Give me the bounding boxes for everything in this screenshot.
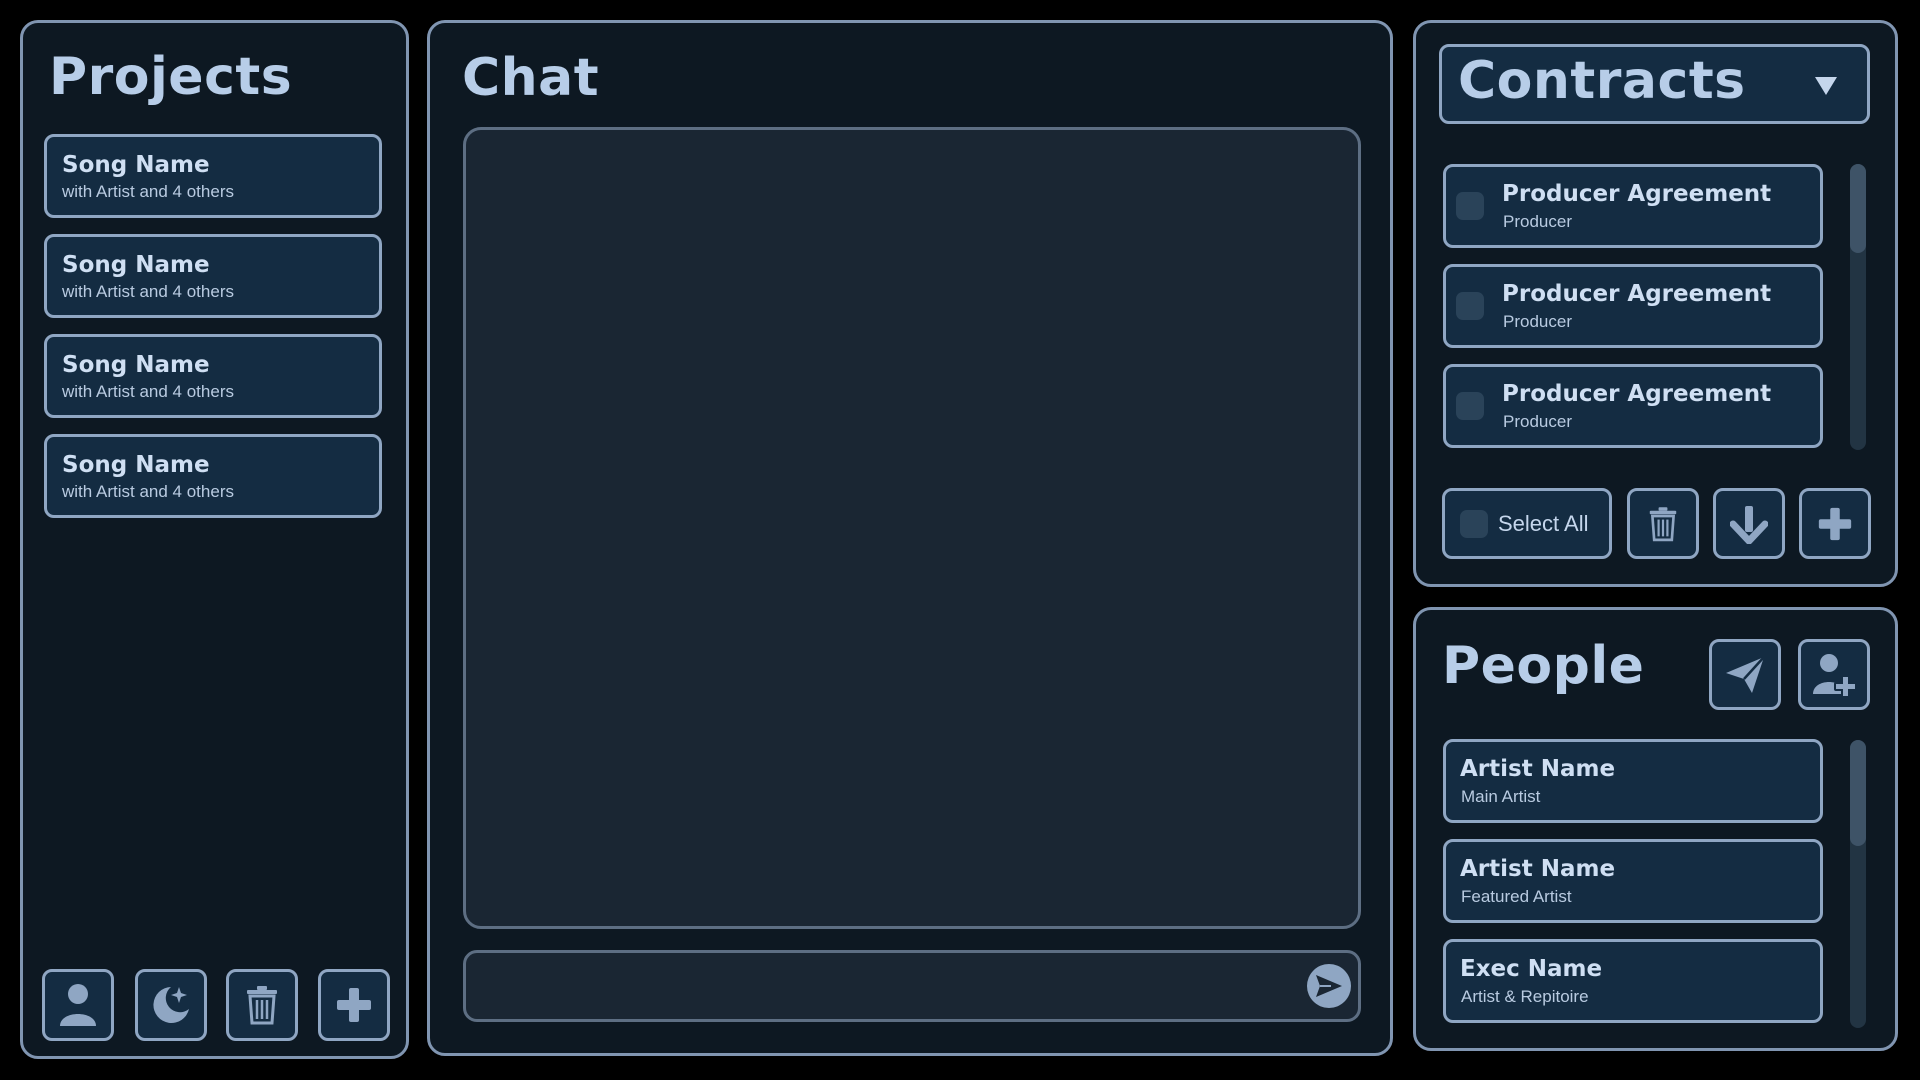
projects-panel: Projects Song Name with Artist and 4 oth…	[20, 20, 409, 1059]
send-button[interactable]	[1307, 964, 1351, 1008]
people-title: People	[1442, 636, 1645, 696]
project-subtitle: with Artist and 4 others	[62, 482, 234, 501]
contract-role: Producer	[1503, 412, 1572, 431]
contracts-scrollbar-thumb[interactable]	[1850, 164, 1866, 253]
contracts-panel: Contracts Producer Agreement Producer Pr…	[1413, 20, 1898, 587]
contracts-scrollbar[interactable]	[1850, 164, 1866, 450]
contract-role: Producer	[1503, 212, 1572, 231]
plus-icon	[337, 988, 371, 1022]
contracts-title: Contracts	[1458, 51, 1746, 111]
profile-button[interactable]	[42, 969, 114, 1041]
project-name: Song Name	[62, 152, 210, 178]
send-icon	[1316, 975, 1342, 997]
contract-item[interactable]: Producer Agreement Producer	[1443, 164, 1823, 248]
chat-messages-area[interactable]	[463, 127, 1361, 929]
contract-name: Producer Agreement	[1502, 281, 1772, 307]
contract-checkbox[interactable]	[1456, 192, 1484, 220]
add-person-icon	[1813, 653, 1857, 698]
person-name: Artist Name	[1460, 856, 1616, 882]
person-role: Main Artist	[1461, 787, 1541, 806]
trash-icon	[247, 986, 277, 1025]
contract-name: Producer Agreement	[1502, 181, 1772, 207]
add-project-button[interactable]	[318, 969, 390, 1041]
message-input[interactable]	[482, 965, 1276, 1007]
contract-role: Producer	[1503, 312, 1572, 331]
select-all-button[interactable]: Select All	[1442, 488, 1612, 559]
people-scrollbar-thumb[interactable]	[1850, 740, 1866, 846]
add-contract-button[interactable]	[1799, 488, 1871, 559]
paper-plane-icon	[1726, 655, 1765, 693]
select-all-label: Select All	[1498, 510, 1589, 536]
person-icon	[60, 984, 96, 1026]
message-input-box[interactable]	[463, 950, 1361, 1022]
person-role: Artist & Repitoire	[1461, 987, 1589, 1006]
contract-item[interactable]: Producer Agreement Producer	[1443, 264, 1823, 348]
contract-name: Producer Agreement	[1502, 381, 1772, 407]
delete-project-button[interactable]	[226, 969, 298, 1041]
person-item[interactable]: Artist Name Featured Artist	[1443, 839, 1823, 923]
download-contract-button[interactable]	[1713, 488, 1785, 559]
chat-panel: Chat	[427, 20, 1393, 1056]
person-item[interactable]: Exec Name Artist & Repitoire	[1443, 939, 1823, 1023]
person-role: Featured Artist	[1461, 887, 1572, 906]
contracts-dropdown[interactable]: Contracts	[1439, 44, 1870, 124]
delete-contract-button[interactable]	[1627, 488, 1699, 559]
contract-item[interactable]: Producer Agreement Producer	[1443, 364, 1823, 448]
project-item[interactable]: Song Name with Artist and 4 others	[44, 434, 382, 518]
project-subtitle: with Artist and 4 others	[62, 182, 234, 201]
select-all-checkbox	[1460, 509, 1488, 538]
project-item[interactable]: Song Name with Artist and 4 others	[44, 134, 382, 218]
chevron-down-icon	[1815, 77, 1837, 95]
project-item[interactable]: Song Name with Artist and 4 others	[44, 334, 382, 418]
theme-toggle-button[interactable]	[135, 969, 207, 1041]
send-invite-button[interactable]	[1709, 639, 1781, 710]
project-name: Song Name	[62, 252, 210, 278]
chat-title: Chat	[462, 48, 600, 108]
contract-checkbox[interactable]	[1456, 292, 1484, 320]
project-item[interactable]: Song Name with Artist and 4 others	[44, 234, 382, 318]
trash-icon	[1649, 506, 1677, 541]
project-name: Song Name	[62, 452, 210, 478]
people-scrollbar[interactable]	[1850, 740, 1866, 1028]
person-item[interactable]: Artist Name Main Artist	[1443, 739, 1823, 823]
download-arrow-icon	[1730, 505, 1768, 544]
moon-stars-icon	[153, 987, 189, 1023]
people-panel: People Artist Name Main Artist Artist Na…	[1413, 607, 1898, 1051]
person-name: Artist Name	[1460, 756, 1616, 782]
project-name: Song Name	[62, 352, 210, 378]
project-subtitle: with Artist and 4 others	[62, 382, 234, 401]
contract-checkbox[interactable]	[1456, 392, 1484, 420]
person-name: Exec Name	[1460, 956, 1603, 982]
plus-icon	[1818, 507, 1852, 540]
projects-title: Projects	[49, 47, 293, 107]
add-person-button[interactable]	[1798, 639, 1870, 710]
project-subtitle: with Artist and 4 others	[62, 282, 234, 301]
